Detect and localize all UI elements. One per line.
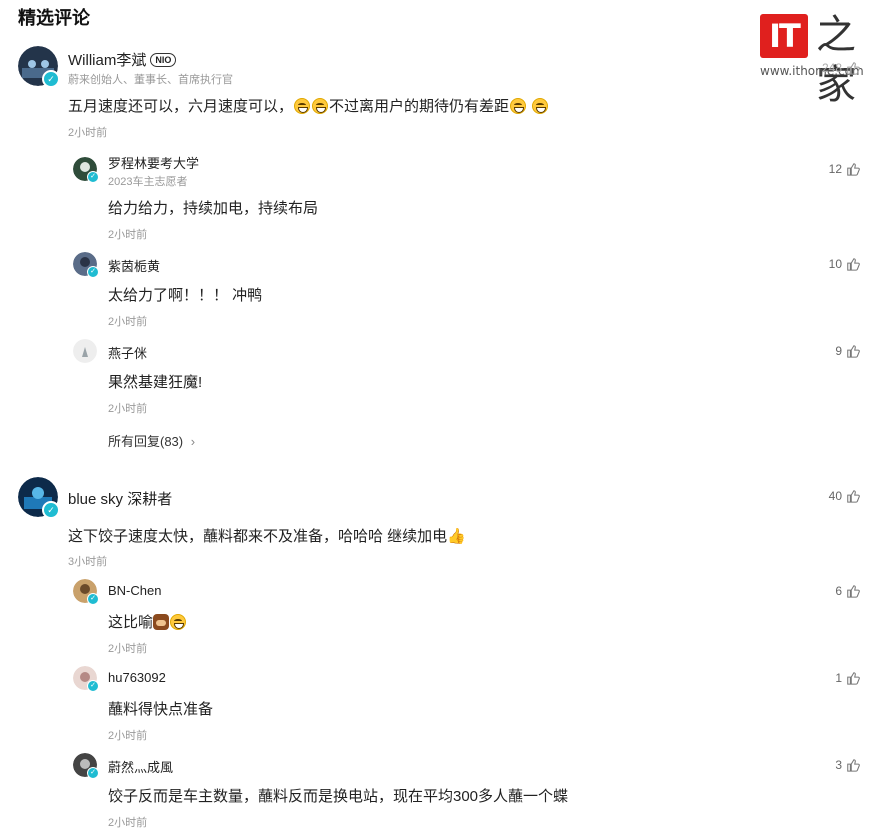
verified-icon: ✓ bbox=[87, 266, 99, 278]
grin-emoji-icon bbox=[294, 98, 311, 114]
content-text-a: 五月速度还可以，六月速度可以， bbox=[68, 98, 294, 115]
ithome-logo: IT bbox=[760, 14, 808, 58]
grin-emoji-icon bbox=[510, 98, 527, 114]
thumbs-up-icon bbox=[847, 345, 860, 358]
comment-username[interactable]: William李斌 NIO bbox=[68, 49, 177, 70]
reply-username[interactable]: hu763092 bbox=[108, 670, 166, 685]
like-count: 248 bbox=[821, 61, 842, 75]
like-button[interactable]: 10 bbox=[829, 257, 860, 271]
reply-avatar[interactable]: ✓ bbox=[73, 157, 99, 183]
reply-username[interactable]: 蔚然灬成風 bbox=[108, 757, 173, 776]
chevron-right-icon: › bbox=[190, 434, 196, 449]
thumbs-up-icon bbox=[847, 490, 860, 503]
verified-icon: ✓ bbox=[87, 767, 99, 779]
reply-avatar[interactable] bbox=[73, 339, 97, 363]
thumbs-up-icon bbox=[847, 62, 860, 75]
reply-content: 给力给力，持续加电，持续布局 bbox=[108, 200, 319, 217]
reply-avatar[interactable]: ✓ bbox=[73, 666, 99, 692]
reply-username[interactable]: BN-Chen bbox=[108, 583, 161, 598]
reply-content: 这比喻 bbox=[108, 611, 187, 632]
reply-time: 2小时前 bbox=[108, 403, 148, 415]
grin-emoji-icon bbox=[170, 614, 187, 630]
like-count: 40 bbox=[828, 489, 842, 503]
like-button[interactable]: 6 bbox=[835, 584, 860, 598]
content-text: 这下饺子速度太快，蘸料都来不及准备，哈哈哈 继续加电 bbox=[68, 528, 448, 545]
content-text: 这比喻 bbox=[108, 614, 154, 631]
ithome-watermark: IT 之家 www.ithome.com bbox=[760, 10, 880, 108]
verified-icon: ✓ bbox=[87, 171, 99, 183]
reply-content: 蘸料得快点准备 bbox=[108, 701, 214, 718]
avatar-image-icon bbox=[73, 339, 97, 363]
like-button[interactable]: 9 bbox=[835, 344, 860, 358]
comment-content: 这下饺子速度太快，蘸料都来不及准备，哈哈哈 继续加电👍 bbox=[68, 525, 466, 546]
like-button[interactable]: 1 bbox=[835, 671, 860, 685]
reply-username[interactable]: 燕子侎 bbox=[108, 343, 147, 362]
thumbs-up-icon bbox=[847, 672, 860, 685]
user-title: 2023车主志愿者 bbox=[108, 176, 188, 188]
like-count: 9 bbox=[835, 344, 842, 358]
verified-icon: ✓ bbox=[42, 501, 60, 519]
avatar[interactable]: ✓ bbox=[18, 477, 60, 519]
like-button[interactable]: 12 bbox=[829, 162, 860, 176]
verified-icon: ✓ bbox=[87, 680, 99, 692]
like-count: 3 bbox=[835, 758, 842, 772]
all-replies-link[interactable]: 所有回复(83) › bbox=[108, 431, 195, 450]
user-title: 蔚来创始人、董事长、首席执行官 bbox=[68, 74, 233, 86]
thumbs-up-icon bbox=[847, 585, 860, 598]
like-button[interactable]: 3 bbox=[835, 758, 860, 772]
comment-time: 2小时前 bbox=[68, 127, 108, 139]
reply-time: 2小时前 bbox=[108, 817, 148, 829]
content-text-b: 不过离用户的期待仍有差距 bbox=[329, 98, 510, 115]
thumbs-up-icon bbox=[847, 759, 860, 772]
reply-username[interactable]: 罗程林要考大学 bbox=[108, 153, 199, 172]
like-count: 10 bbox=[828, 257, 842, 271]
section-title: 精选评论 bbox=[18, 8, 90, 28]
comment-content: 五月速度还可以，六月速度可以， 不过离用户的期待仍有差距 bbox=[68, 95, 549, 116]
thumbs-up-icon bbox=[847, 163, 860, 176]
reply-content: 果然基建狂魔! bbox=[108, 374, 203, 391]
like-count: 12 bbox=[828, 162, 842, 176]
reply-time: 2小时前 bbox=[108, 316, 148, 328]
like-button[interactable]: 40 bbox=[829, 489, 860, 503]
thumbs-up-icon bbox=[847, 258, 860, 271]
reply-time: 2小时前 bbox=[108, 229, 148, 241]
like-button[interactable]: 248 bbox=[822, 61, 860, 75]
ithome-logo-chars: 之家 bbox=[816, 12, 856, 108]
username-text: William李斌 bbox=[68, 52, 147, 69]
thumbs-up-emoji-icon: 👍 bbox=[447, 528, 466, 545]
verified-icon: ✓ bbox=[42, 70, 60, 88]
reply-avatar[interactable]: ✓ bbox=[73, 753, 99, 779]
comment-time: 3小时前 bbox=[68, 556, 108, 568]
ox-emoji-icon bbox=[153, 614, 170, 630]
reply-username[interactable]: 紫茵栀黄 bbox=[108, 256, 160, 275]
like-count: 1 bbox=[835, 671, 842, 685]
nio-badge: NIO bbox=[150, 53, 177, 67]
reply-time: 2小时前 bbox=[108, 643, 148, 655]
reply-avatar[interactable]: ✓ bbox=[73, 579, 99, 605]
grin-emoji-icon bbox=[532, 98, 549, 114]
all-replies-label: 所有回复(83) bbox=[108, 434, 184, 449]
reply-content: 饺子反而是车主数量，蘸料反而是换电站，现在平均300多人蘸一个蝶 bbox=[108, 788, 569, 805]
reply-avatar[interactable]: ✓ bbox=[73, 252, 99, 278]
avatar[interactable]: ✓ bbox=[18, 46, 60, 88]
grin-emoji-icon bbox=[312, 98, 329, 114]
reply-time: 2小时前 bbox=[108, 730, 148, 742]
comment-username[interactable]: blue sky 深耕者 bbox=[68, 488, 172, 509]
verified-icon: ✓ bbox=[87, 593, 99, 605]
reply-content: 太给力了啊！！！ 冲鸭 bbox=[108, 287, 263, 304]
like-count: 6 bbox=[835, 584, 842, 598]
